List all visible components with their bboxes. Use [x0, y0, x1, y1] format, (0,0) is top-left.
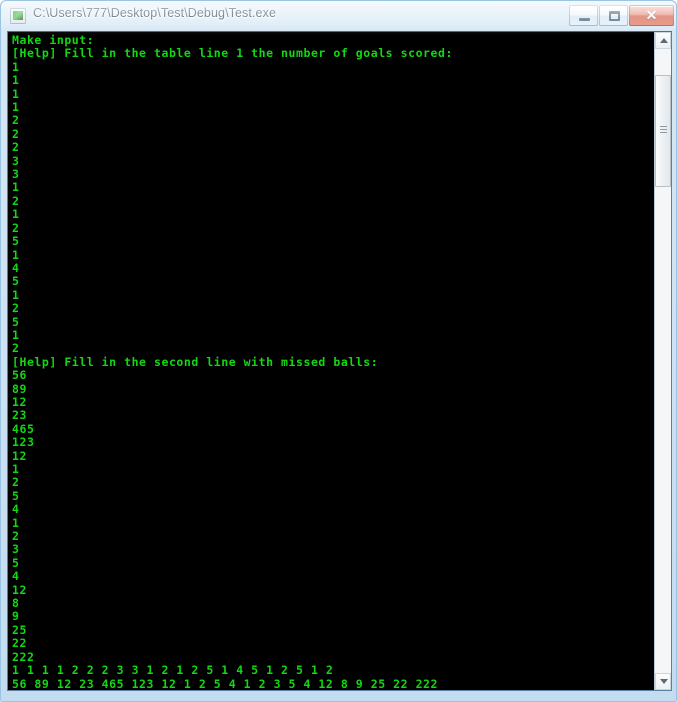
- maximize-icon: [609, 11, 620, 21]
- console-window: C:\Users\777\Desktop\Test\Debug\Test.exe…: [0, 0, 677, 702]
- scrollbar-track[interactable]: [655, 49, 671, 673]
- window-title: C:\Users\777\Desktop\Test\Debug\Test.exe: [33, 6, 277, 20]
- close-button[interactable]: ✕: [629, 5, 674, 26]
- minimize-button[interactable]: [569, 5, 598, 26]
- scroll-down-arrow-icon: [660, 679, 668, 684]
- scrollbar-up-button[interactable]: [655, 32, 671, 49]
- console-output-pane[interactable]: Make input: [Help] Fill in the table lin…: [8, 32, 654, 690]
- minimize-icon: [579, 18, 590, 21]
- scroll-up-arrow-icon: [660, 38, 668, 43]
- scrollbar-thumb[interactable]: [655, 74, 671, 187]
- vertical-scrollbar[interactable]: [654, 32, 671, 690]
- scrollbar-down-button[interactable]: [655, 673, 671, 690]
- console-app-icon: [10, 8, 26, 24]
- console-text: Make input: [Help] Fill in the table lin…: [12, 33, 453, 690]
- title-bar[interactable]: C:\Users\777\Desktop\Test\Debug\Test.exe…: [1, 1, 677, 31]
- scrollbar-grip-icon: [660, 125, 667, 136]
- console-client-area: Make input: [Help] Fill in the table lin…: [7, 31, 672, 691]
- caption-button-group: ✕: [569, 5, 674, 26]
- maximize-button[interactable]: [599, 5, 628, 26]
- close-icon: ✕: [645, 7, 658, 23]
